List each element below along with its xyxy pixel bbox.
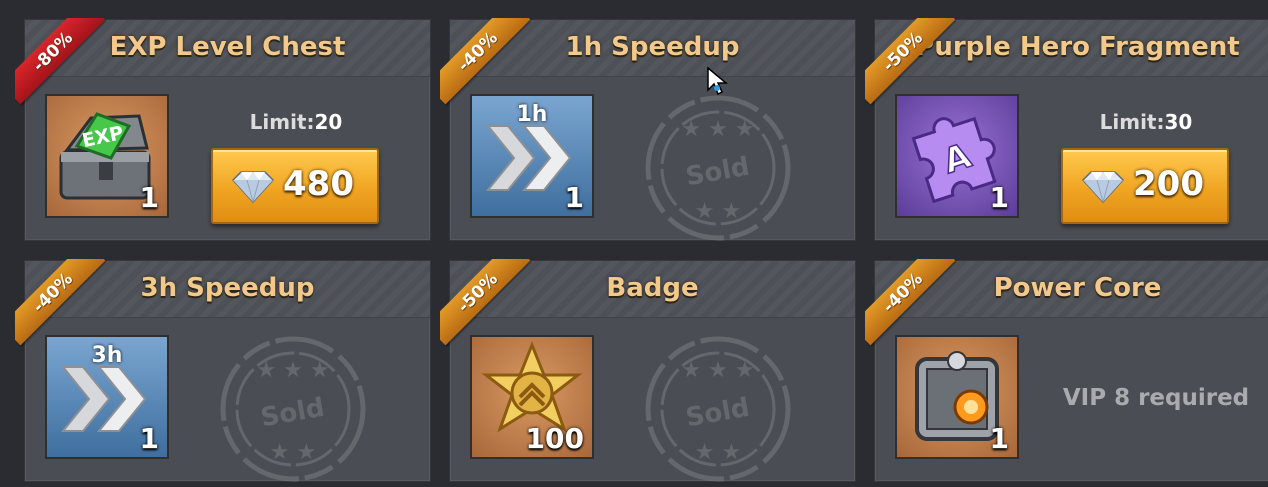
item-slot[interactable]: 3h 1 <box>45 335 169 459</box>
speedup-duration: 3h <box>91 343 123 368</box>
discount-label: -80% <box>15 18 106 105</box>
price-value: 480 <box>283 164 354 204</box>
vip-requirement: VIP 8 required <box>1062 385 1250 411</box>
sold-stamp: Sold <box>640 331 796 487</box>
item-slot[interactable]: 1h 1 <box>470 94 594 218</box>
sold-stamp: Sold <box>640 90 796 246</box>
item-slot[interactable]: 1 <box>895 335 1019 459</box>
item-slot[interactable]: 100 <box>470 335 594 459</box>
item-quantity: 1 <box>564 181 584 214</box>
discount-label: -40% <box>865 259 956 346</box>
limit-label: Limit: <box>249 110 315 134</box>
price-value: 200 <box>1133 164 1204 204</box>
shop-item-card: EXP Level Chest -80% EXP 1 Limit:20 480 <box>15 18 431 241</box>
sold-label: Sold <box>683 393 751 434</box>
limit-label: Limit: <box>1099 110 1165 134</box>
item-quantity: 1 <box>139 181 159 214</box>
discount-label: -50% <box>865 18 956 105</box>
limit-value: 30 <box>1164 110 1193 134</box>
limit-value: 20 <box>314 110 343 134</box>
diamond-icon <box>232 171 274 203</box>
shop-item-card: 1h Speedup -40% 1h 1 Sold <box>440 18 856 241</box>
item-slot[interactable]: EXP 1 <box>45 94 169 218</box>
discount-label: -40% <box>15 259 106 346</box>
sold-stamp: Sold <box>215 331 371 487</box>
shop-item-card: Purple Hero Fragment -50% A 1 Limit:30 2… <box>865 18 1268 241</box>
shop-item-card: Power Core -40% 1 VIP 8 required <box>865 259 1268 482</box>
item-quantity: 1 <box>139 422 159 455</box>
item-quantity: 1 <box>989 181 1009 214</box>
item-quantity: 1 <box>989 422 1009 455</box>
item-slot[interactable]: A 1 <box>895 94 1019 218</box>
shop-grid: EXP Level Chest -80% EXP 1 Limit:20 480 <box>0 0 1268 482</box>
shop-item-card: 3h Speedup -40% 3h 1 Sold <box>15 259 431 482</box>
purchase-limit: Limit:20 <box>211 110 381 134</box>
diamond-icon <box>1082 171 1124 203</box>
buy-button[interactable]: 200 <box>1061 148 1229 224</box>
mouse-cursor-icon <box>706 66 729 101</box>
purchase-limit: Limit:30 <box>1061 110 1231 134</box>
shop-item-card: Badge -50% 100 Sold <box>440 259 856 482</box>
sold-label: Sold <box>683 152 751 193</box>
discount-label: -50% <box>440 259 531 346</box>
speedup-duration: 1h <box>516 102 548 127</box>
sold-label: Sold <box>258 393 326 434</box>
discount-label: -40% <box>440 18 531 105</box>
item-quantity: 100 <box>525 422 584 455</box>
buy-button[interactable]: 480 <box>211 148 379 224</box>
